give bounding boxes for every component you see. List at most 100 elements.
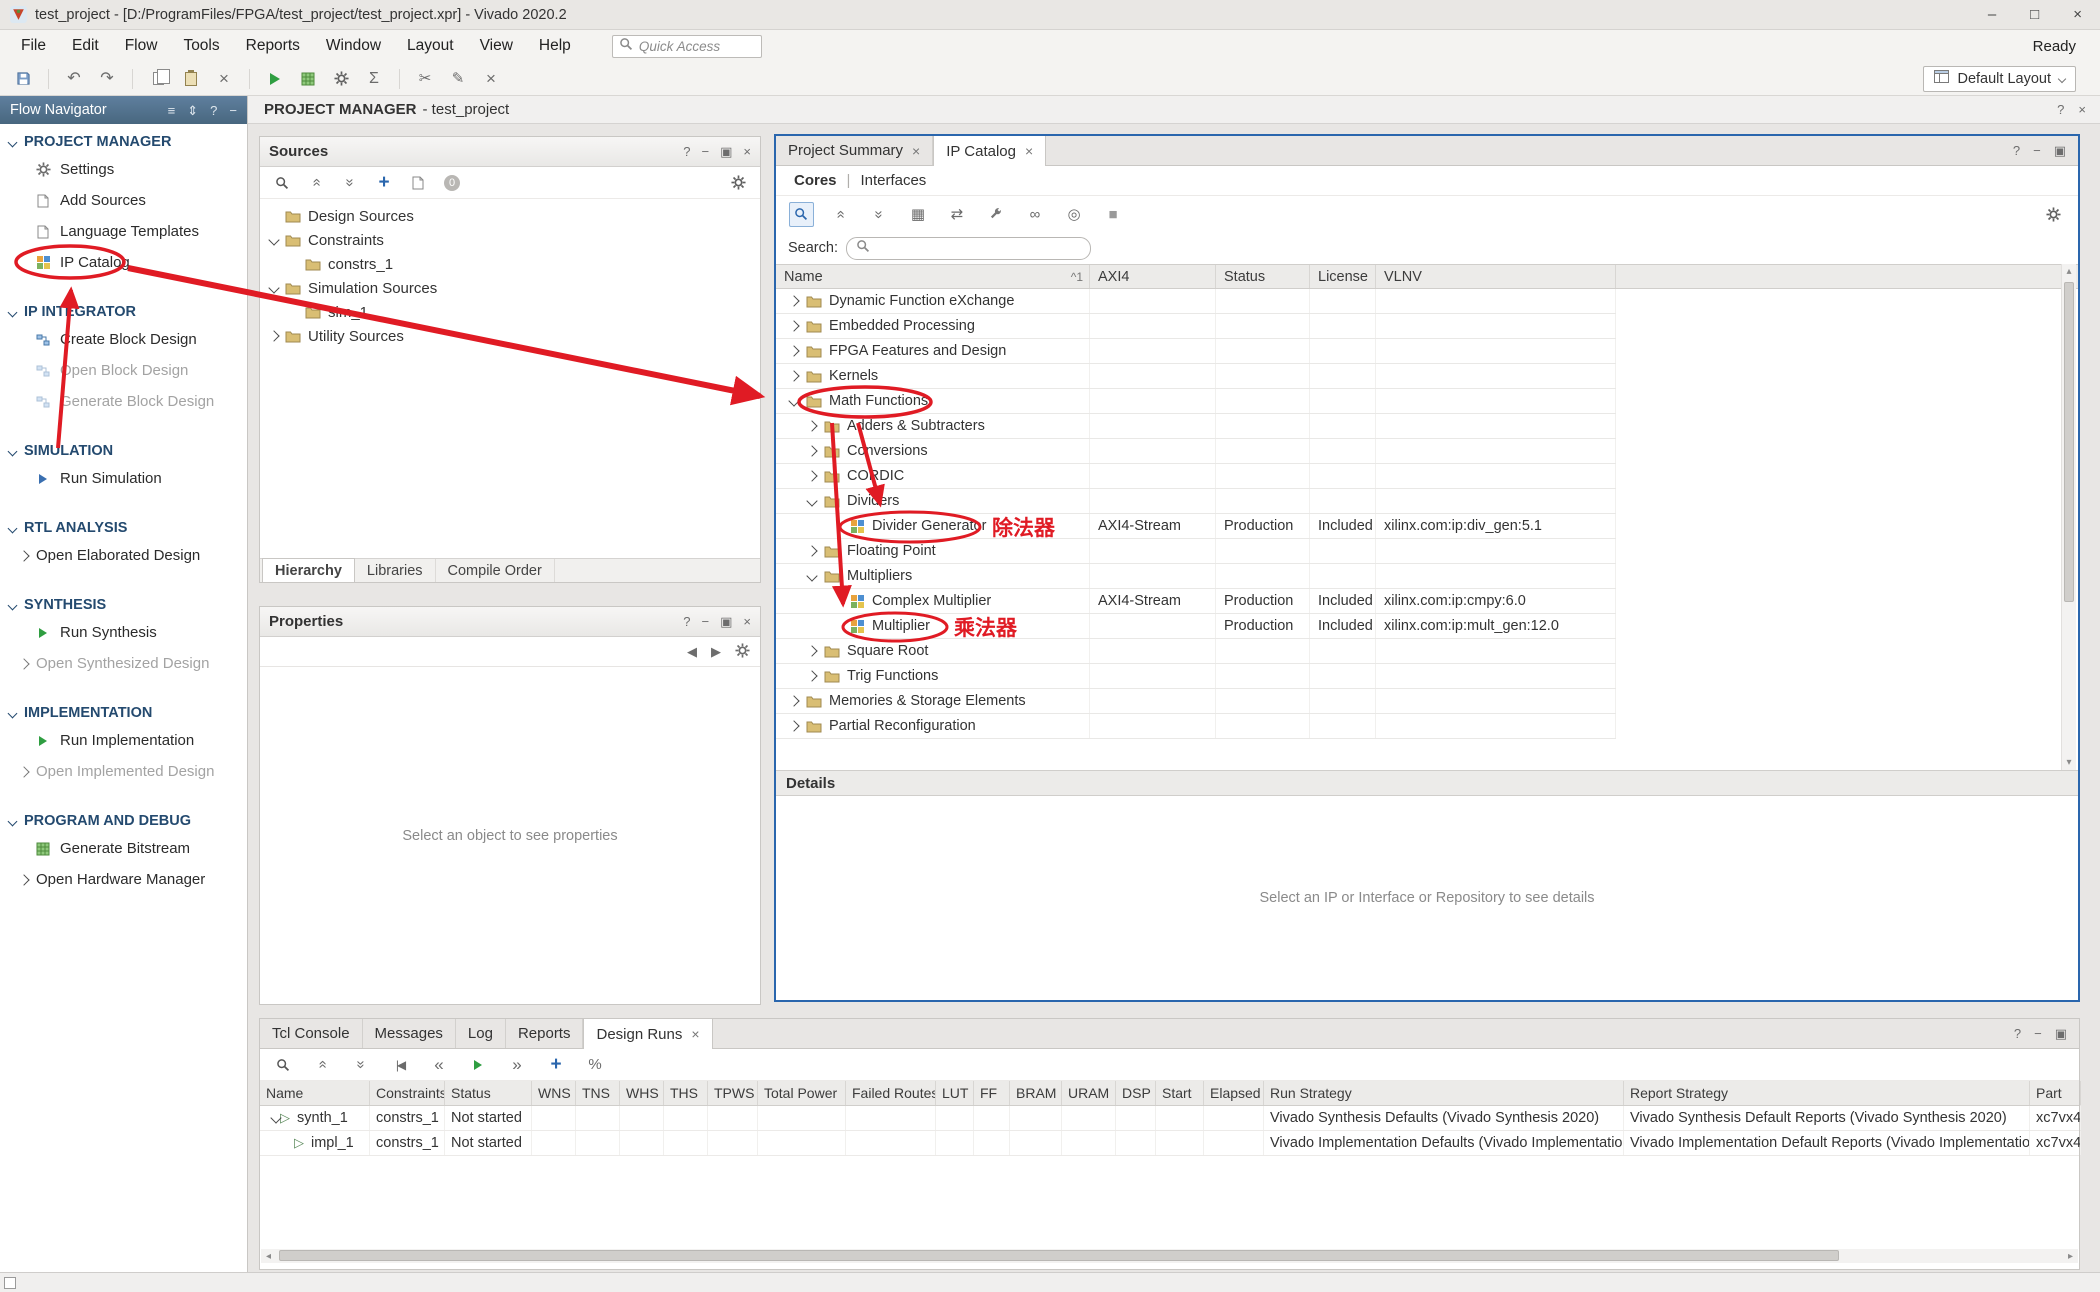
add-icon[interactable]: + xyxy=(371,170,397,196)
column-header-start[interactable]: Start xyxy=(1156,1081,1204,1105)
column-header-name[interactable]: Name^1 xyxy=(776,265,1090,288)
source-tree-item-sim-1[interactable]: sim_1 xyxy=(260,300,760,324)
float-icon[interactable]: ▣ xyxy=(720,615,732,628)
sources-tab-compile-order[interactable]: Compile Order xyxy=(436,559,555,582)
ip-row-memories-storage-elements[interactable]: Memories & Storage Elements xyxy=(776,689,1616,714)
flow-section-header-simulation[interactable]: SIMULATION xyxy=(0,439,247,463)
flow-item-run-implementation[interactable]: Run Implementation xyxy=(0,725,247,756)
column-header-name[interactable]: Name xyxy=(260,1081,370,1105)
tab-messages[interactable]: Messages xyxy=(363,1019,456,1048)
ip-tree-scrollbar[interactable]: ▴ ▾ xyxy=(2061,264,2076,770)
column-header-whs[interactable]: WHS xyxy=(620,1081,664,1105)
minimize-icon[interactable]: − xyxy=(702,145,710,158)
badge-zero-icon[interactable]: 0 xyxy=(439,170,465,196)
close-tab-icon[interactable]: × xyxy=(1025,143,1033,159)
ip-row-conversions[interactable]: Conversions xyxy=(776,439,1616,464)
source-tree-item-constraints[interactable]: Constraints xyxy=(260,228,760,252)
search-icon[interactable] xyxy=(269,170,295,196)
expand-icon[interactable] xyxy=(788,320,799,331)
tab-design-runs[interactable]: Design Runs× xyxy=(583,1019,712,1049)
flow-item-create-block-design[interactable]: Create Block Design xyxy=(0,324,247,355)
forward-arrow-icon[interactable]: ▶ xyxy=(711,645,721,658)
menu-tools[interactable]: Tools xyxy=(170,30,232,62)
ip-row-partial-reconfiguration[interactable]: Partial Reconfiguration xyxy=(776,714,1616,739)
collapse-icon[interactable] xyxy=(788,395,799,406)
float-icon[interactable]: ▣ xyxy=(2055,1027,2067,1040)
ip-row-multiplier[interactable]: MultiplierProductionIncludedxilinx.com:i… xyxy=(776,614,1616,639)
flow-item-open-elaborated-design[interactable]: Open Elaborated Design xyxy=(0,540,247,571)
ip-row-multipliers[interactable]: Multipliers xyxy=(776,564,1616,589)
expand-icon[interactable] xyxy=(806,470,817,481)
cut-icon[interactable]: ✂ xyxy=(412,66,438,92)
minimize-icon[interactable]: − xyxy=(2033,144,2041,157)
status-corner-icon[interactable] xyxy=(4,1277,16,1289)
source-tree-item-simulation-sources[interactable]: Simulation Sources xyxy=(260,276,760,300)
column-header-total-power[interactable]: Total Power xyxy=(758,1081,846,1105)
ip-row-dynamic-function-exchange[interactable]: Dynamic Function eXchange xyxy=(776,289,1616,314)
ip-row-embedded-processing[interactable]: Embedded Processing xyxy=(776,314,1616,339)
collapse-icon[interactable] xyxy=(806,570,817,581)
column-header-elapsed[interactable]: Elapsed xyxy=(1204,1081,1264,1105)
undo-icon[interactable]: ↶ xyxy=(61,66,87,92)
expand-icon[interactable] xyxy=(806,420,817,431)
column-header-uram[interactable]: URAM xyxy=(1062,1081,1116,1105)
scrollbar-thumb[interactable] xyxy=(2064,282,2074,602)
edit-icon[interactable]: ✎ xyxy=(445,66,471,92)
expand-icon[interactable] xyxy=(788,295,799,306)
gear-icon[interactable] xyxy=(725,170,751,196)
minimize-icon[interactable]: − xyxy=(2034,1027,2042,1040)
chevron-right-icon[interactable] xyxy=(18,766,29,777)
menu-edit[interactable]: Edit xyxy=(59,30,112,62)
percent-icon[interactable]: % xyxy=(582,1052,608,1078)
ip-row-trig-functions[interactable]: Trig Functions xyxy=(776,664,1616,689)
close-icon[interactable]: × xyxy=(743,615,751,628)
flow-section-header-ip-integrator[interactable]: IP INTEGRATOR xyxy=(0,300,247,324)
flow-item-run-simulation[interactable]: Run Simulation xyxy=(0,463,247,494)
ip-row-divider-generator[interactable]: Divider GeneratorAXI4-StreamProductionIn… xyxy=(776,514,1616,539)
back-arrow-icon[interactable]: ◀ xyxy=(687,645,697,658)
flow-item-language-templates[interactable]: Language Templates xyxy=(0,216,247,247)
ip-row-complex-multiplier[interactable]: Complex MultiplierAXI4-StreamProductionI… xyxy=(776,589,1616,614)
play-small-icon[interactable] xyxy=(465,1052,491,1078)
quick-access-search[interactable] xyxy=(612,35,762,58)
gear-icon[interactable] xyxy=(735,643,750,660)
sum-icon[interactable]: Σ xyxy=(361,66,387,92)
help-icon[interactable]: ? xyxy=(683,615,690,628)
menu-view[interactable]: View xyxy=(467,30,526,62)
flow-item-generate-bitstream[interactable]: Generate Bitstream xyxy=(0,833,247,864)
flow-section-header-implementation[interactable]: IMPLEMENTATION xyxy=(0,701,247,725)
close-icon[interactable]: × xyxy=(2078,103,2086,116)
flow-section-header-project-manager[interactable]: PROJECT MANAGER xyxy=(0,130,247,154)
scroll-left-icon[interactable]: ◂ xyxy=(261,1249,276,1263)
close-icon[interactable]: × xyxy=(743,145,751,158)
tab-ip-catalog[interactable]: IP Catalog× xyxy=(933,136,1046,166)
column-header-dsp[interactable]: DSP xyxy=(1116,1081,1156,1105)
expand-icon[interactable] xyxy=(806,670,817,681)
column-header-wns[interactable]: WNS xyxy=(532,1081,576,1105)
flow-section-header-program-and-debug[interactable]: PROGRAM AND DEBUG xyxy=(0,809,247,833)
menu-icon[interactable]: ≡ xyxy=(168,104,176,117)
copy-icon[interactable] xyxy=(145,66,171,92)
column-header-tns[interactable]: TNS xyxy=(576,1081,620,1105)
collapse-icon[interactable]: » xyxy=(303,170,329,196)
chevron-right-icon[interactable] xyxy=(18,658,29,669)
expand-icon[interactable] xyxy=(268,330,279,341)
sources-tab-hierarchy[interactable]: Hierarchy xyxy=(262,558,355,582)
close-tab-icon[interactable]: × xyxy=(912,143,920,159)
flow-item-settings[interactable]: Settings xyxy=(0,154,247,185)
expand-icon[interactable]: » xyxy=(348,1052,374,1078)
ip-row-cordic[interactable]: CORDIC xyxy=(776,464,1616,489)
expand-icon[interactable] xyxy=(806,545,817,556)
minimize-icon[interactable]: − xyxy=(702,615,710,628)
source-tree-item-design-sources[interactable]: Design Sources xyxy=(260,204,760,228)
minimize-icon[interactable]: − xyxy=(229,104,237,117)
minimize-window-icon[interactable]: – xyxy=(1988,6,1996,23)
close-tab-icon[interactable]: × xyxy=(691,1026,699,1042)
collapse-icon[interactable] xyxy=(806,495,817,506)
collapse-icon[interactable] xyxy=(268,282,279,293)
column-header-lut[interactable]: LUT xyxy=(936,1081,974,1105)
expand-icon[interactable] xyxy=(788,345,799,356)
column-header-vlnv[interactable]: VLNV xyxy=(1376,265,1616,288)
design-run-row-synth-1[interactable]: ▷synth_1constrs_1Not startedVivado Synth… xyxy=(260,1106,2079,1131)
ip-row-kernels[interactable]: Kernels xyxy=(776,364,1616,389)
